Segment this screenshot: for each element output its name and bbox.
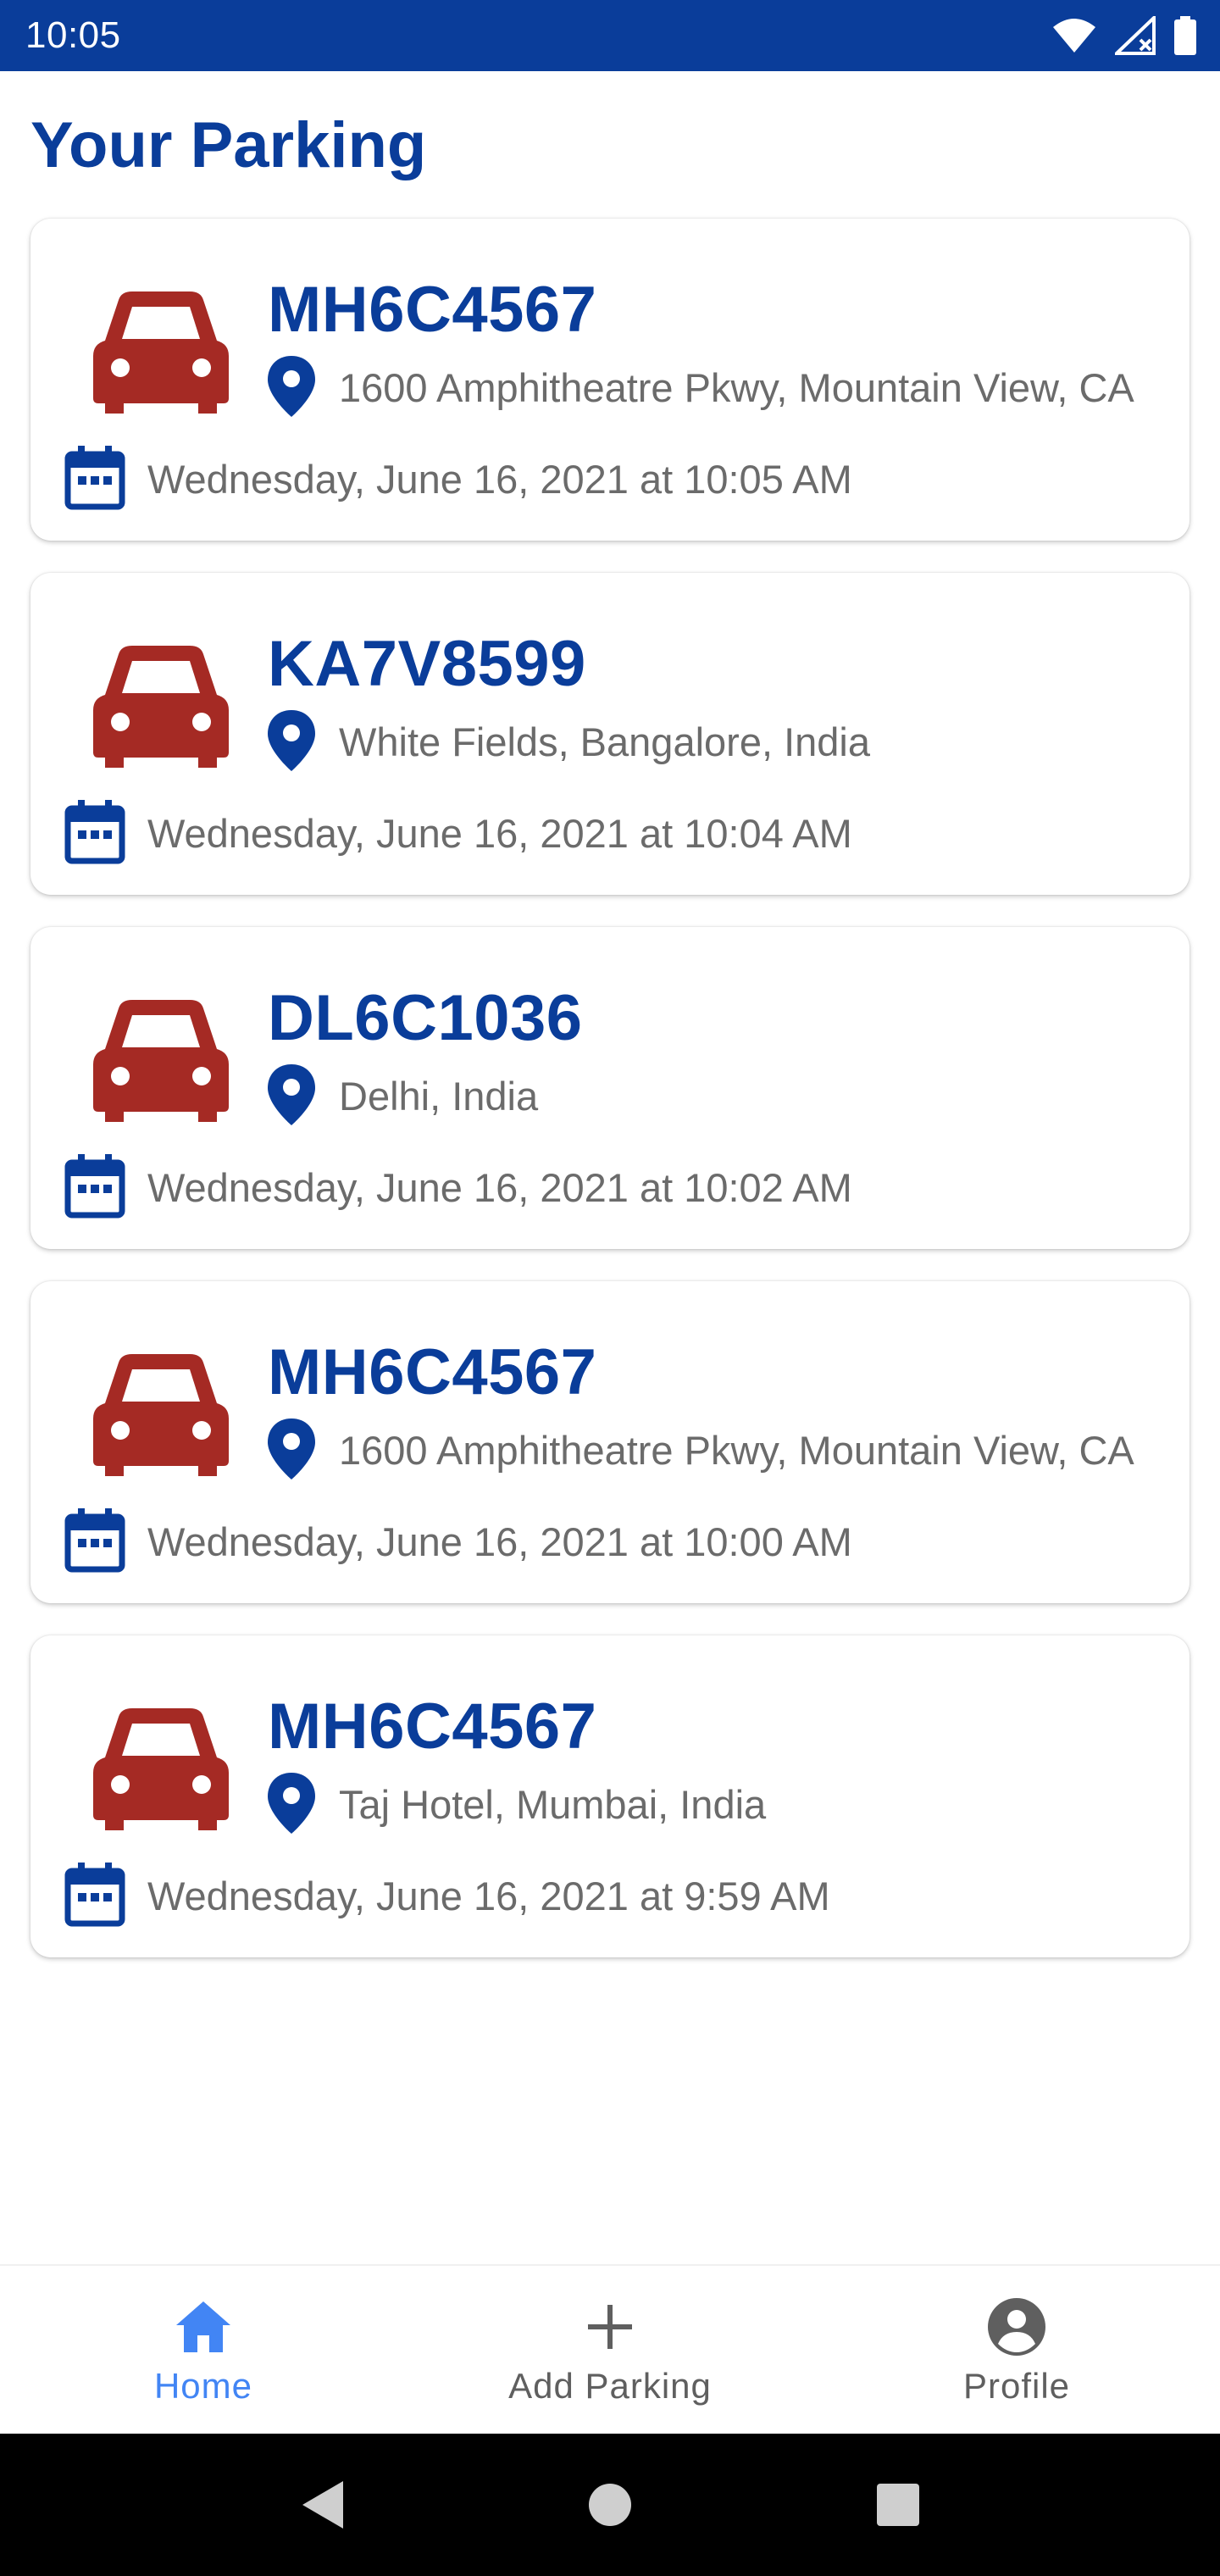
wifi-icon xyxy=(1053,19,1095,53)
status-bar: 10:05 xyxy=(0,0,1220,71)
parking-list: MH6C4567 1600 Amphitheatre Pkwy, Mountai… xyxy=(30,219,1190,1990)
parking-datetime: Wednesday, June 16, 2021 at 10:00 AM xyxy=(147,1519,852,1564)
plate-number: MH6C4567 xyxy=(268,1690,597,1763)
nav-home[interactable]: Home xyxy=(0,2266,407,2434)
location-pin-icon xyxy=(268,1418,315,1480)
parking-datetime: Wednesday, June 16, 2021 at 10:02 AM xyxy=(147,1165,852,1210)
location-pin-icon xyxy=(268,710,315,771)
parking-address: 1600 Amphitheatre Pkwy, Mountain View, C… xyxy=(339,365,1134,410)
status-time: 10:05 xyxy=(25,14,121,56)
parking-card[interactable]: DL6C1036 Delhi, India Wednesday, June 16… xyxy=(30,927,1190,1249)
car-icon xyxy=(93,1354,229,1476)
nav-profile-label: Profile xyxy=(962,2366,1071,2406)
parking-card[interactable]: MH6C4567 Taj Hotel, Mumbai, India Wednes… xyxy=(30,1635,1190,1957)
calendar-icon xyxy=(64,800,125,864)
signal-icon xyxy=(1115,16,1156,55)
account-circle-icon xyxy=(988,2298,1045,2356)
car-icon xyxy=(93,1708,229,1830)
parking-card[interactable]: MH6C4567 1600 Amphitheatre Pkwy, Mountai… xyxy=(30,1281,1190,1603)
car-icon xyxy=(93,646,229,768)
calendar-icon xyxy=(64,1863,125,1927)
calendar-icon xyxy=(64,446,125,510)
parking-datetime: Wednesday, June 16, 2021 at 10:05 AM xyxy=(147,457,852,502)
parking-datetime: Wednesday, June 16, 2021 at 10:04 AM xyxy=(147,811,852,856)
parking-address: Taj Hotel, Mumbai, India xyxy=(339,1782,767,1827)
nav-add-parking-label: Add Parking xyxy=(508,2366,712,2406)
nav-home-label: Home xyxy=(153,2366,253,2406)
location-pin-icon xyxy=(268,356,315,417)
system-navigation-bar xyxy=(0,2434,1220,2576)
parking-address: 1600 Amphitheatre Pkwy, Mountain View, C… xyxy=(339,1428,1134,1473)
recents-icon[interactable] xyxy=(875,2482,921,2528)
location-pin-icon xyxy=(268,1064,315,1125)
back-icon[interactable] xyxy=(299,2479,345,2530)
home-icon xyxy=(176,2301,230,2352)
status-icons xyxy=(1052,16,1196,55)
home-circle-icon[interactable] xyxy=(587,2482,633,2528)
battery-icon xyxy=(1174,16,1196,55)
nav-add-parking[interactable]: Add Parking xyxy=(407,2266,813,2434)
calendar-icon xyxy=(64,1508,125,1573)
car-icon xyxy=(93,291,229,414)
parking-address: Delhi, India xyxy=(339,1074,539,1119)
page-title: Your Parking xyxy=(30,109,427,181)
parking-card[interactable]: MH6C4567 1600 Amphitheatre Pkwy, Mountai… xyxy=(30,219,1190,541)
plate-number: MH6C4567 xyxy=(268,274,597,346)
location-pin-icon xyxy=(268,1773,315,1834)
plate-number: DL6C1036 xyxy=(268,982,583,1054)
nav-profile[interactable]: Profile xyxy=(813,2266,1220,2434)
car-icon xyxy=(93,1000,229,1122)
bottom-navigation: Home Add Parking Profile xyxy=(0,2264,1220,2434)
plate-number: KA7V8599 xyxy=(268,628,586,700)
parking-card[interactable]: KA7V8599 White Fields, Bangalore, India … xyxy=(30,573,1190,895)
plus-icon xyxy=(588,2305,632,2349)
parking-datetime: Wednesday, June 16, 2021 at 9:59 AM xyxy=(147,1874,830,1918)
parking-address: White Fields, Bangalore, India xyxy=(339,719,870,764)
plate-number: MH6C4567 xyxy=(268,1336,597,1408)
calendar-icon xyxy=(64,1154,125,1219)
